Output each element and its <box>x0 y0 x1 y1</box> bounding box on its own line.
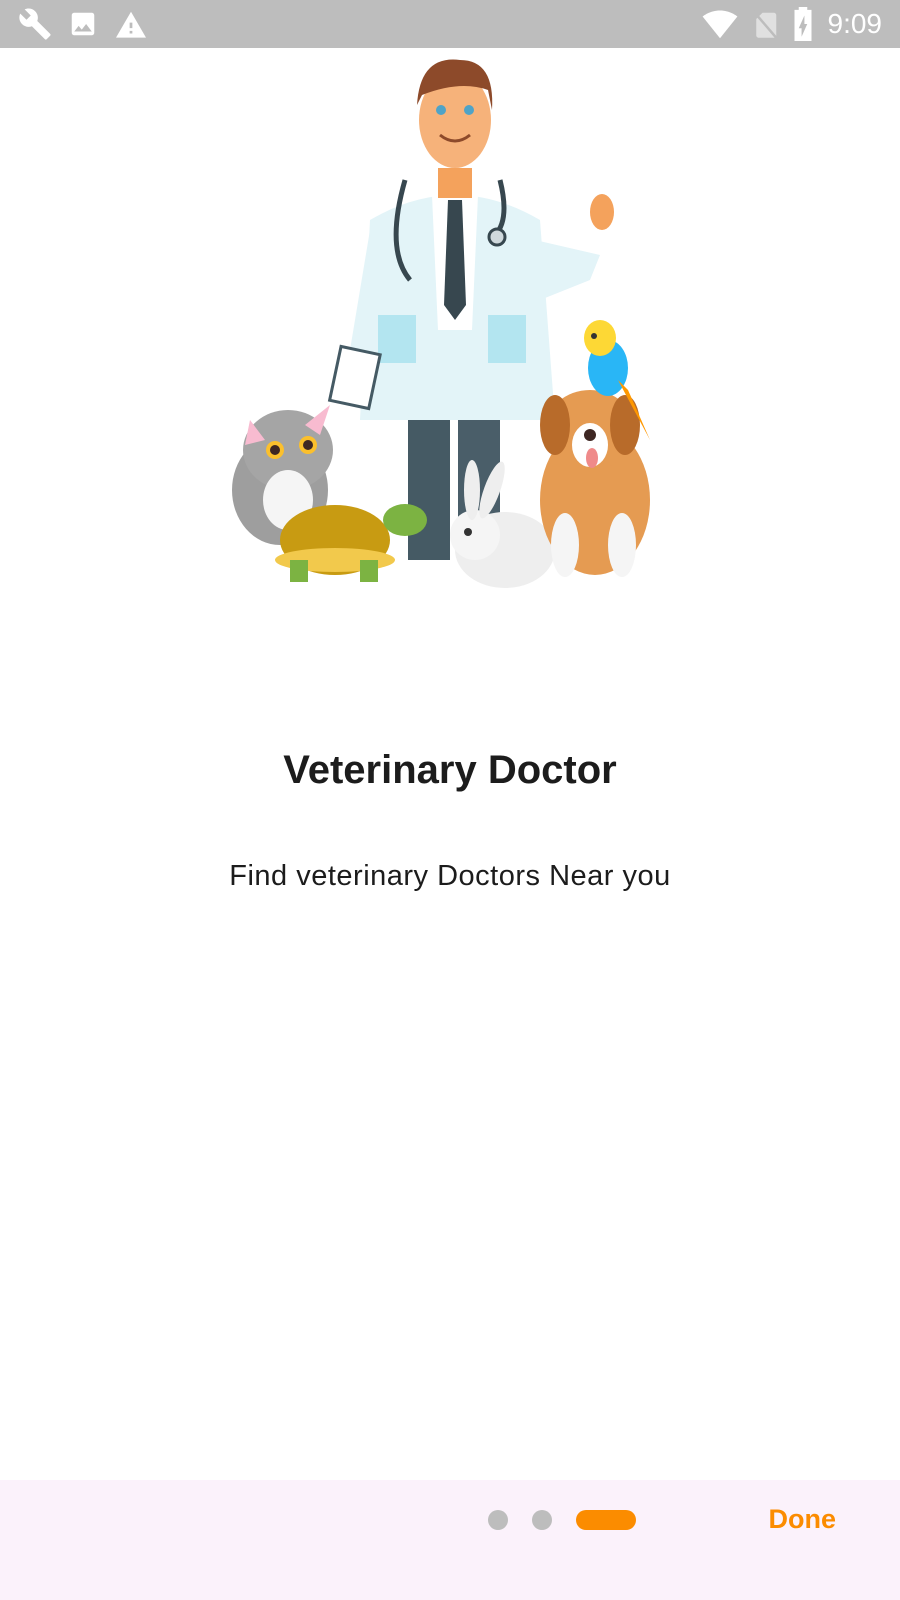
page-title: Veterinary Doctor <box>283 748 617 792</box>
status-bar-right-icons: 9:09 <box>702 7 883 41</box>
no-sim-icon <box>752 9 778 39</box>
wrench-icon <box>18 7 52 41</box>
status-bar: 9:09 <box>0 0 900 48</box>
veterinary-doctor-illustration <box>210 50 680 610</box>
done-button[interactable]: Done <box>769 1504 837 1535</box>
status-bar-left-icons <box>18 8 148 40</box>
page-indicator <box>488 1510 636 1530</box>
onboarding-bottom-bar <box>0 1480 900 1600</box>
image-icon <box>68 9 98 39</box>
warning-icon <box>114 9 148 39</box>
page-indicator-dot-3-active[interactable] <box>576 1510 636 1530</box>
page-subtitle: Find veterinary Doctors Near you <box>229 860 671 892</box>
wifi-icon <box>702 9 738 39</box>
page-indicator-dot-1[interactable] <box>488 1510 508 1530</box>
page-indicator-dot-2[interactable] <box>532 1510 552 1530</box>
battery-charging-icon <box>792 7 814 41</box>
status-bar-time: 9:09 <box>827 8 883 39</box>
